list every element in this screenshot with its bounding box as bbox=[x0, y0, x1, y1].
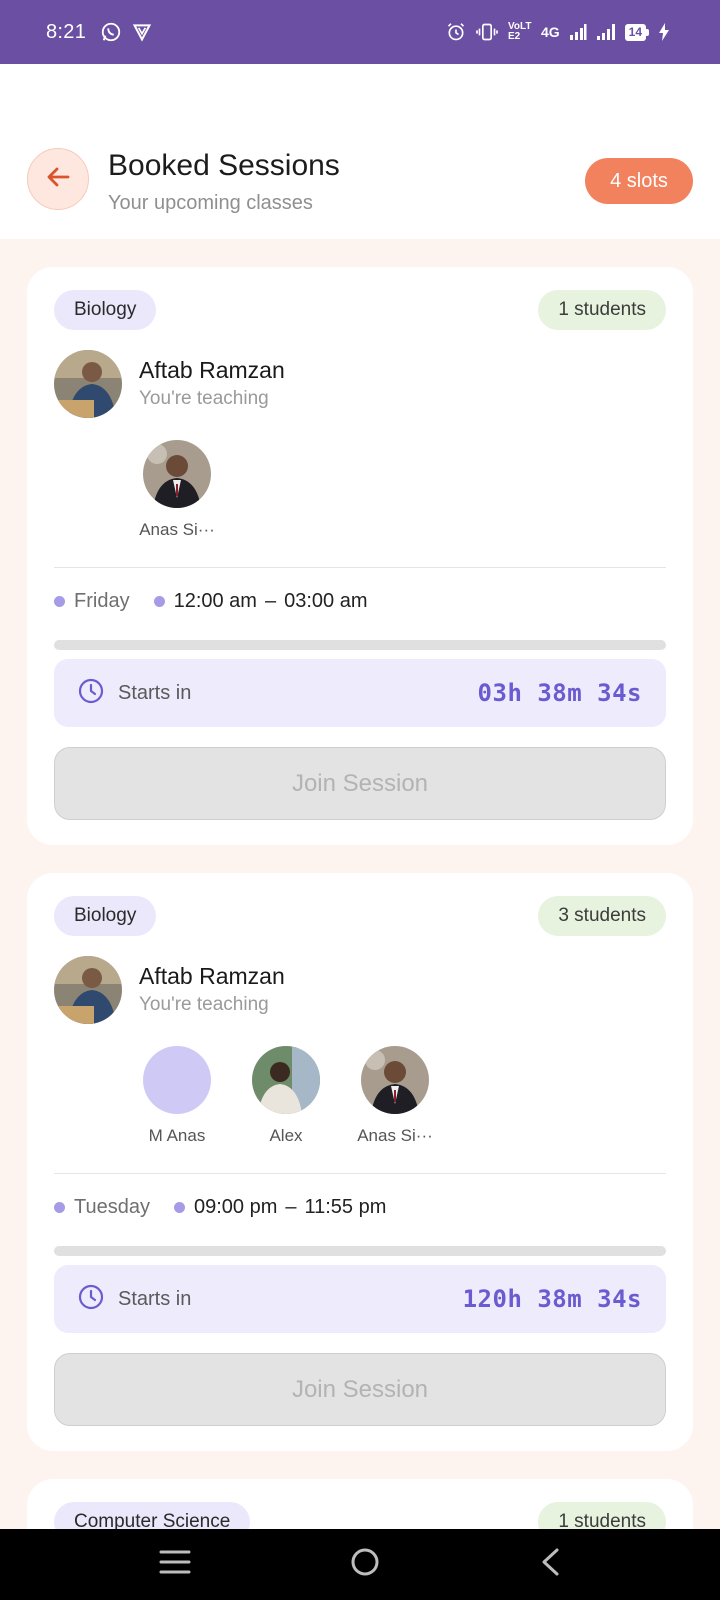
countdown-timer: 03h 38m 34s bbox=[477, 679, 642, 707]
session-card: Biology 3 students Aftab Ramzan You're t… bbox=[27, 873, 693, 1451]
time-separator: – bbox=[285, 1196, 297, 1218]
subject-chip: Biology bbox=[54, 290, 157, 330]
back-button[interactable] bbox=[27, 148, 89, 210]
start-time: 12:00 am bbox=[173, 590, 257, 612]
divider bbox=[54, 1173, 666, 1174]
session-card: Biology 1 students Aftab Ramzan You're t… bbox=[27, 267, 693, 845]
battery-level: 14 bbox=[624, 23, 646, 41]
student-name: Alex bbox=[269, 1126, 303, 1145]
status-time: 8:21 bbox=[46, 20, 87, 43]
student-item[interactable]: M Anas bbox=[122, 1046, 232, 1146]
student-avatar bbox=[361, 1046, 429, 1114]
page-title: Booked Sessions bbox=[108, 149, 340, 182]
student-name: Anas Si··· bbox=[139, 520, 215, 539]
recents-icon[interactable] bbox=[159, 1549, 191, 1580]
system-nav-bar bbox=[0, 1529, 720, 1600]
page-header: Booked Sessions Your upcoming classes 4 … bbox=[0, 64, 720, 239]
student-item[interactable]: Alex bbox=[231, 1046, 341, 1146]
student-avatar bbox=[252, 1046, 320, 1114]
countdown-box: Starts in 120h 38m 34s bbox=[54, 1265, 666, 1333]
countdown-timer: 120h 38m 34s bbox=[462, 1285, 642, 1313]
back-icon[interactable] bbox=[539, 1547, 561, 1582]
clock-icon bbox=[78, 678, 104, 709]
arrow-left-icon bbox=[44, 163, 72, 196]
student-name: M Anas bbox=[148, 1126, 206, 1145]
vibrate-icon bbox=[475, 22, 499, 42]
teacher-avatar bbox=[54, 956, 122, 1024]
signal-icon-2 bbox=[596, 23, 616, 41]
page-subtitle: Your upcoming classes bbox=[108, 192, 313, 214]
battery-icon: 14 bbox=[624, 23, 649, 41]
student-item[interactable]: Anas Si··· bbox=[340, 1046, 450, 1146]
start-time: 09:00 pm bbox=[193, 1196, 278, 1218]
teacher-avatar bbox=[54, 350, 122, 418]
status-bar: 8:21 VoLTE2 4G 14 bbox=[0, 0, 720, 64]
session-progress-bar bbox=[54, 640, 666, 650]
students-count-badge: 3 students bbox=[538, 896, 666, 936]
network-type: 4G bbox=[540, 24, 560, 40]
vpn-shield-icon bbox=[132, 22, 152, 42]
students-count-badge: 1 students bbox=[538, 290, 666, 330]
starts-in-label: Starts in bbox=[118, 1287, 192, 1310]
charging-icon bbox=[658, 23, 670, 41]
student-item[interactable]: Anas Si··· bbox=[122, 440, 232, 540]
alarm-icon bbox=[446, 22, 466, 42]
schedule-row: Friday 12:00 am – 03:00 am bbox=[54, 590, 367, 613]
home-icon[interactable] bbox=[349, 1546, 381, 1583]
divider bbox=[54, 567, 666, 568]
starts-in-label: Starts in bbox=[118, 681, 192, 704]
join-session-button[interactable]: Join Session bbox=[54, 747, 666, 820]
slots-badge: 4 slots bbox=[585, 158, 693, 204]
student-avatar bbox=[143, 440, 211, 508]
countdown-box: Starts in 03h 38m 34s bbox=[54, 659, 666, 727]
time-separator: – bbox=[264, 590, 277, 612]
subject-chip: Biology bbox=[54, 896, 157, 936]
teacher-name: Aftab Ramzan bbox=[139, 357, 285, 383]
student-avatar-placeholder bbox=[143, 1046, 211, 1114]
session-day: Tuesday bbox=[74, 1196, 150, 1218]
end-time: 11:55 pm bbox=[304, 1196, 387, 1218]
end-time: 03:00 am bbox=[284, 590, 368, 612]
teacher-role: You're teaching bbox=[139, 388, 269, 409]
whatsapp-icon bbox=[100, 21, 122, 43]
schedule-row: Tuesday 09:00 pm – 11:55 pm bbox=[54, 1196, 386, 1219]
teacher-name: Aftab Ramzan bbox=[139, 963, 285, 989]
clock-icon bbox=[78, 1284, 104, 1315]
student-name: Anas Si··· bbox=[357, 1126, 433, 1145]
volte-indicator: VoLTE2 bbox=[507, 21, 532, 42]
session-progress-bar bbox=[54, 1246, 666, 1256]
signal-icon bbox=[569, 23, 587, 41]
teacher-role: You're teaching bbox=[139, 994, 269, 1015]
session-day: Friday bbox=[74, 590, 130, 612]
join-session-button[interactable]: Join Session bbox=[54, 1353, 666, 1426]
